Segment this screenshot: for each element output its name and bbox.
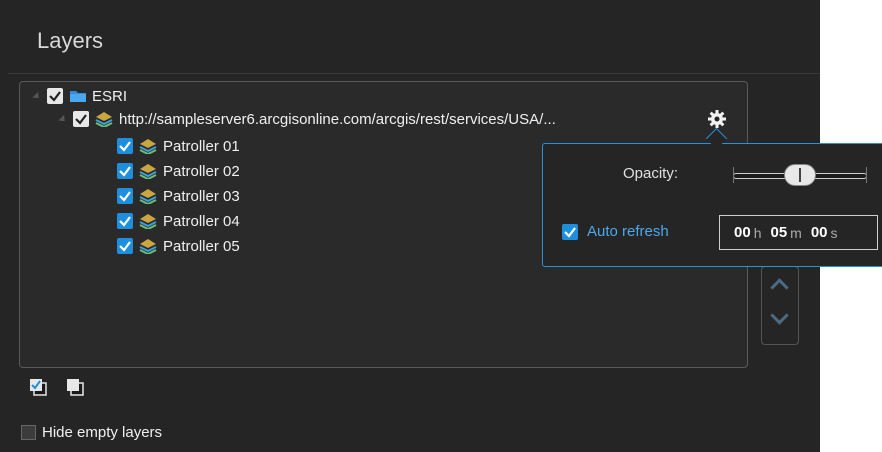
slider-tick	[733, 167, 734, 183]
seconds-unit: s	[830, 224, 838, 241]
slider-tick	[866, 167, 867, 183]
expand-arrow-icon[interactable]	[58, 114, 68, 124]
checkbox-patroller[interactable]	[117, 188, 133, 204]
reorder-buttons	[761, 266, 799, 345]
map-layer-icon	[139, 138, 157, 156]
tree-node-label: Patroller 01	[163, 137, 240, 155]
hours-value[interactable]: 00	[734, 224, 751, 241]
checkbox-patroller[interactable]	[117, 238, 133, 254]
map-layer-icon	[139, 213, 157, 231]
slider-thumb[interactable]	[784, 164, 816, 186]
folder-icon	[69, 89, 87, 103]
tree-node-label: Patroller 02	[163, 162, 240, 180]
gear-icon[interactable]	[707, 109, 727, 129]
check-all-icon[interactable]	[29, 378, 47, 396]
opacity-slider[interactable]	[733, 161, 867, 189]
tree-node-patroller-05[interactable]: Patroller 05	[117, 235, 240, 257]
tree-node-label: ESRI	[92, 87, 128, 105]
map-layer-icon	[95, 111, 113, 129]
map-layer-icon	[139, 238, 157, 256]
refresh-interval-input[interactable]: 00 h 05 m 00 s	[719, 215, 878, 250]
hide-empty-label: Hide empty layers	[42, 424, 163, 441]
map-layer-icon	[139, 188, 157, 206]
tree-node-patroller-03[interactable]: Patroller 03	[117, 185, 240, 207]
tree-node-patroller-01[interactable]: Patroller 01	[117, 135, 240, 157]
chevron-up-icon[interactable]	[770, 278, 789, 297]
seconds-value[interactable]: 00	[811, 224, 828, 241]
chevron-down-icon[interactable]	[770, 306, 789, 325]
panel-title: Layers	[37, 28, 104, 53]
tree-node-patroller-04[interactable]: Patroller 04	[117, 210, 240, 232]
minutes-unit: m	[790, 224, 802, 241]
uncheck-all-icon[interactable]	[66, 378, 84, 396]
tree-node-label: Patroller 05	[163, 237, 240, 255]
opacity-label: Opacity:	[623, 165, 679, 182]
hours-unit: h	[753, 224, 762, 241]
checkbox-patroller[interactable]	[117, 163, 133, 179]
title-divider	[8, 73, 820, 74]
hide-empty-layers-toggle[interactable]: Hide empty layers	[21, 424, 162, 441]
hide-empty-checkbox[interactable]	[21, 425, 36, 440]
checkbox-esri[interactable]	[47, 88, 63, 104]
minutes-value[interactable]: 05	[770, 224, 787, 241]
tree-node-esri[interactable]: ESRI	[32, 85, 128, 107]
auto-refresh-checkbox[interactable]	[562, 224, 578, 240]
tree-node-patroller-02[interactable]: Patroller 02	[117, 160, 240, 182]
tree-node-label: http://sampleserver6.arcgisonline.com/ar…	[119, 110, 556, 128]
tree-node-label: Patroller 03	[163, 187, 240, 205]
checkbox-service[interactable]	[73, 111, 89, 127]
tree-node-label: Patroller 04	[163, 212, 240, 230]
auto-refresh-label[interactable]: Auto refresh	[587, 223, 669, 240]
tree-node-service[interactable]: http://sampleserver6.arcgisonline.com/ar…	[58, 108, 556, 130]
checkbox-patroller[interactable]	[117, 213, 133, 229]
checkbox-patroller[interactable]	[117, 138, 133, 154]
map-layer-icon	[139, 163, 157, 181]
expand-arrow-icon[interactable]	[32, 91, 42, 101]
layer-settings-popup: Opacity: Auto refresh 00 h 05 m 00 s	[542, 143, 882, 267]
